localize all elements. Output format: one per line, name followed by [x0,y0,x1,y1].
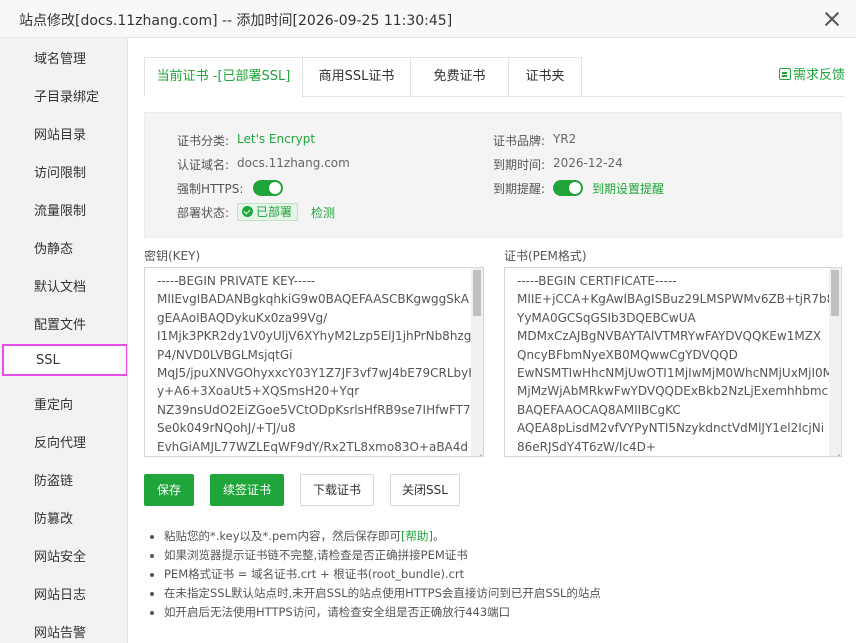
reminder-settings-link[interactable]: 到期设置提醒 [592,180,664,197]
sidebar: 域名管理 子目录绑定 网站目录 访问限制 流量限制 伪静态 默认文档 配置文件 … [0,38,128,643]
dialog-title: 站点修改[docs.11zhang.com] -- 添加时间[2026-09-2… [19,13,453,29]
cert-domain-label: 认证域名: [177,158,230,172]
check-link[interactable]: 检测 [311,204,335,221]
cert-brand-value: YR2 [553,132,577,146]
tip-item: 如开启后无法使用HTTPS访问，请检查安全组是否正确放行443端口 [148,603,601,622]
cert-line: 86eRJSdY4T6zW/Ic4D+ [517,439,656,454]
key-scrollbar[interactable] [471,268,483,456]
cert-line: QncyBFbmNyeXB0MQwwCgYDVQQD [517,347,738,362]
sidebar-item-traffic-limit[interactable]: 流量限制 [0,193,127,231]
sidebar-item-default-doc[interactable]: 默认文档 [0,269,127,307]
check-circle-icon [242,206,253,217]
feedback-label: 需求反馈 [793,68,846,83]
help-link[interactable]: [帮助] [401,529,433,543]
cert-line: MjMzWjAbMRkwFwYDVQQDExBkb2NzLjExemhhbmcu… [517,384,842,399]
reminder-label: 到期提醒: [493,182,546,196]
site-settings-dialog: 站点修改[docs.11zhang.com] -- 添加时间[2026-09-2… [0,0,856,643]
cert-scrollbar[interactable] [829,268,841,456]
key-line: P4/NVD0LVBGLMsjqtGi [157,347,293,362]
cert-line: AQEA8pLisdM2vfVYPyNTI5NzykdnctVdMlJY1el2… [517,421,825,436]
sidebar-item-logs[interactable]: 网站日志 [0,577,127,615]
status-badge-text: 已部署 [256,205,293,219]
cert-line: BAQEFAAOCAQ8AMIIBCgKC [517,402,681,417]
tip-item: PEM格式证书 = 域名证书.crt + 根证书(root_bundle).cr… [148,565,601,584]
key-line: -----BEGIN PRIVATE KEY----- [157,274,316,288]
status-badge: 已部署 [237,203,299,221]
cert-label: 证书(PEM格式) [504,249,587,263]
cert-resize-handle[interactable] [832,447,840,455]
sidebar-item-domain[interactable]: 域名管理 [0,41,127,79]
cert-line: PzVQ9C1QRizLI6rRojInRf27ZFPAC6ftF6IK8/To… [517,456,842,457]
sidebar-item-alerts[interactable]: 网站告警 [0,615,127,643]
sidebar-item-redirect[interactable]: 重定向 [0,387,127,425]
close-icon[interactable] [822,9,842,29]
sidebar-item-site-dir[interactable]: 网站目录 [0,117,127,155]
renew-cert-button[interactable]: 续签证书 [210,474,284,506]
tip-suffix: 。 [433,529,445,543]
sidebar-item-hotlink[interactable]: 防盗链 [0,463,127,501]
tab-current-cert[interactable]: 当前证书 -[已部署SSL] [144,57,303,97]
sidebar-item-reverse-proxy[interactable]: 反向代理 [0,425,127,463]
expiry-label: 到期时间: [493,158,546,172]
sidebar-item-rewrite[interactable]: 伪静态 [0,231,127,269]
key-label: 密钥(KEY) [144,249,201,263]
key-content: -----BEGIN PRIVATE KEY----- MIIEvgIBADANB… [145,272,484,456]
key-line: Se0k049rNQohJ/+TJ/u8 [157,421,296,436]
feedback-link[interactable]: 需求反馈 [779,64,845,83]
sidebar-item-security[interactable]: 网站安全 [0,539,127,577]
cert-domain-value: docs.11zhang.com [237,156,350,170]
sidebar-item-subdir[interactable]: 子目录绑定 [0,79,127,117]
force-https-toggle[interactable] [253,180,283,196]
tab-free-cert[interactable]: 免费证书 [410,57,509,97]
key-line: I1Mjk3PKR2dy1V0yUljV6XYhyM2Lzp5ElJ1jhPrN… [157,329,472,344]
cert-line: EwNSMTIwHhcNMjUwOTI1MjIwMjM0WhcNMjUxMjI0… [517,366,842,381]
sidebar-item-config[interactable]: 配置文件 [0,307,127,345]
expiry-value: 2026-12-24 [553,156,623,170]
key-line: MIIEvgIBADANBgkqhkiG9w0BAQEFAASCBKgwggSk… [157,292,469,307]
key-scroll-thumb[interactable] [473,270,481,316]
download-cert-button[interactable]: 下载证书 [300,474,374,506]
tab-cert-folder[interactable]: 证书夹 [508,57,582,97]
key-textarea[interactable]: -----BEGIN PRIVATE KEY----- MIIEvgIBADANB… [144,267,484,457]
key-line: NZ39nsUdO2EiZGoe5VCtODpKsrlsHfRB9se7IHfw… [157,402,475,417]
tab-commercial-ssl[interactable]: 商用SSL证书 [302,57,411,97]
ssl-tips-list: 粘贴您的*.key以及*.pem内容，然后保存即可[帮助]。 如果浏览器提示证书… [148,527,601,622]
force-https-label: 强制HTTPS: [177,182,244,196]
cert-line: MIIE+jCCA+KgAwIBAgISBuz29LMSPWMv6ZB+tjR7… [517,292,835,307]
save-button[interactable]: 保存 [144,474,194,506]
key-line: gEAAoIBAQDykuKx0za99Vg/ [157,310,328,325]
sidebar-item-tamper[interactable]: 防篡改 [0,501,127,539]
tip-text: 粘贴您的*.key以及*.pem内容，然后保存即可 [164,529,402,543]
close-ssl-button[interactable]: 关闭SSL [390,474,460,506]
dialog-titlebar: 站点修改[docs.11zhang.com] -- 添加时间[2026-09-2… [0,0,856,38]
cert-line: YyMA0GCSqGSIb3DQEBCwUA [517,310,696,325]
tip-item: 在未指定SSL默认站点时,未开启SSL的站点使用HTTPS会直接访问到已开启SS… [148,584,601,603]
tip-item: 粘贴您的*.key以及*.pem内容，然后保存即可[帮助]。 [148,527,601,546]
tip-item: 如果浏览器提示证书链不完整,请检查是否正确拼接PEM证书 [148,546,601,565]
cert-line: MDMxCzAJBgNVBAYTAlVTMRYwFAYDVQQKEw1MZX [517,329,822,344]
cert-scroll-thumb[interactable] [831,270,839,316]
sidebar-item-access-limit[interactable]: 访问限制 [0,155,127,193]
key-line: MqJ5/jpuXNVGOhyxxcY03Y1Z7JF3vf7wJ4bE79CR… [157,366,484,381]
cert-textarea[interactable]: -----BEGIN CERTIFICATE----- MIIE+jCCA+KgA… [504,267,842,457]
cert-line: -----BEGIN CERTIFICATE----- [517,274,677,288]
key-resize-handle[interactable] [474,447,482,455]
cert-category-value: Let's Encrypt [237,132,316,146]
cert-category-label: 证书分类: [177,134,230,148]
deploy-status-label: 部署状态: [177,206,230,220]
key-line: y+A6+3XoaUt5+XQSmsH20+Yqr [157,384,360,399]
cert-content: -----BEGIN CERTIFICATE----- MIIE+jCCA+KgA… [505,272,842,457]
sidebar-item-ssl[interactable]: SSL [2,344,127,376]
cert-brand-label: 证书品牌: [493,134,546,148]
key-line: EvhGiAMJL77WZLEqWF9dY/Rx2TL8xmo83O+aBA4d [157,439,469,454]
reminder-toggle[interactable] [553,180,583,196]
feedback-icon [779,68,791,80]
